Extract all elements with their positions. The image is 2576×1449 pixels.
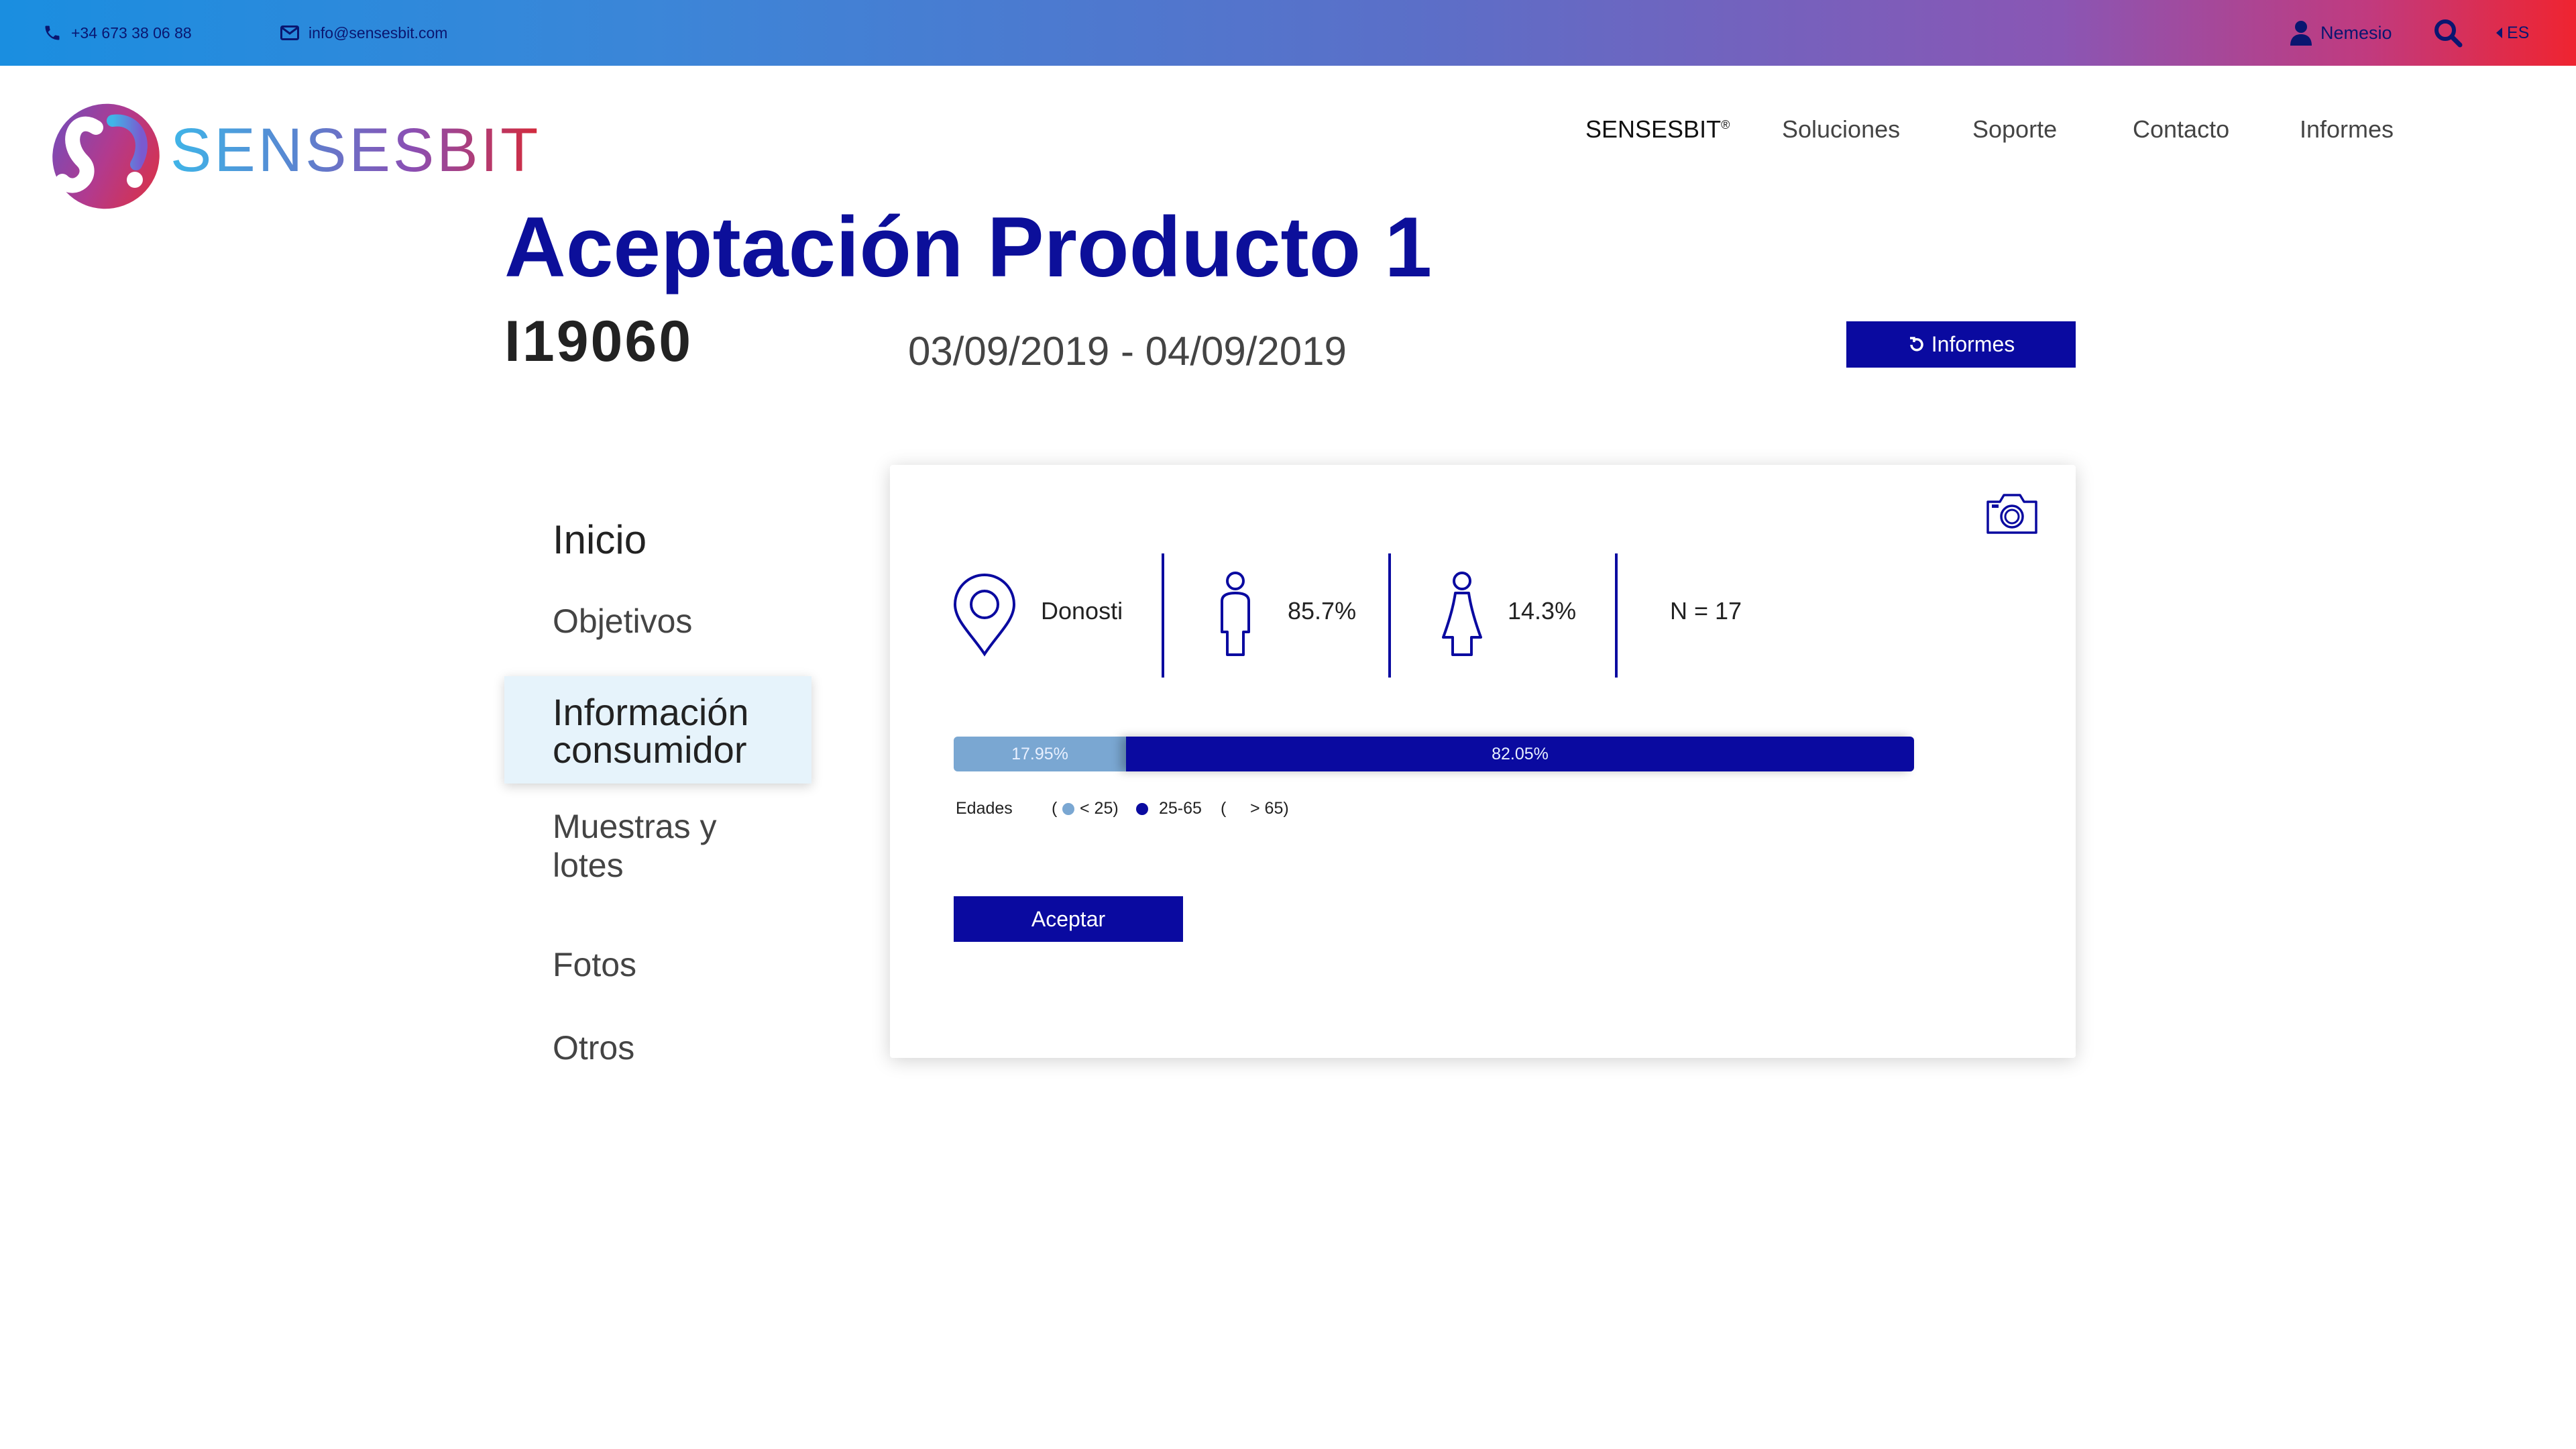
legend-under-25-label: < 25) <box>1080 799 1119 818</box>
search-icon <box>2433 18 2463 48</box>
sidebar-item-otros[interactable]: Otros <box>553 1029 634 1068</box>
legend-title: Edades <box>956 799 1013 818</box>
email-text: info@sensesbit.com <box>309 23 448 42</box>
language-code: ES <box>2507 23 2530 42</box>
top-bar: +34 673 38 06 88 info@sensesbit.com Neme… <box>0 0 2576 66</box>
age-bar-segment-label: 17.95% <box>1011 744 1068 763</box>
legend-over-65: > 65) <box>1250 799 1289 818</box>
phone-contact[interactable]: +34 673 38 06 88 <box>43 0 192 66</box>
user-name: Nemesio <box>2320 22 2392 43</box>
user-menu[interactable]: Nemesio <box>2290 0 2392 66</box>
refresh-icon <box>1907 335 1926 354</box>
legend-under-25: < 25) <box>1062 800 1119 817</box>
phone-text: +34 673 38 06 88 <box>71 23 192 42</box>
search-button[interactable] <box>2433 0 2463 66</box>
divider <box>1388 553 1391 678</box>
sidebar-item-muestras-lotes[interactable]: Muestras y lotes <box>553 808 717 885</box>
nav-informes[interactable]: Informes <box>2300 115 2394 144</box>
location-pin-icon <box>951 574 1018 660</box>
nav-sensesbit[interactable]: SENSESBIT® <box>1585 115 1730 144</box>
female-percentage: 14.3% <box>1508 597 1577 625</box>
accept-button[interactable]: Aceptar <box>954 896 1183 942</box>
legend-dot-25-65 <box>1136 803 1148 816</box>
legend-25-65-label: 25-65 <box>1159 799 1202 818</box>
report-code: I19060 <box>504 309 693 374</box>
sidebar-item-objetivos[interactable]: Objetivos <box>553 602 692 641</box>
phone-icon <box>43 23 62 42</box>
divider <box>1162 553 1164 678</box>
legend-25-65: 25-65 <box>1136 800 1202 817</box>
registered-mark: ® <box>1721 118 1730 131</box>
mail-icon <box>280 25 299 40</box>
informes-button-label: Informes <box>1931 332 2015 356</box>
page-title: Aceptación Producto 1 <box>504 199 1433 294</box>
male-percentage: 85.7% <box>1288 597 1357 625</box>
caret-left-icon <box>2495 27 2503 39</box>
legend-dot-under-25 <box>1062 803 1074 816</box>
nav-contacto[interactable]: Contacto <box>2133 115 2229 144</box>
nav-soporte[interactable]: Soporte <box>1972 115 2057 144</box>
age-bar-segment-label: 82.05% <box>1492 744 1549 763</box>
sample-size: N = 17 <box>1670 597 1742 625</box>
legend-open-paren: ( <box>1221 799 1227 818</box>
nav-soluciones[interactable]: Soluciones <box>1782 115 1900 144</box>
age-bar-segment: 82.05% <box>1126 737 1914 771</box>
legend-open-paren: ( <box>1052 799 1058 818</box>
informes-button[interactable]: Informes <box>1846 321 2076 368</box>
email-contact[interactable]: info@sensesbit.com <box>280 0 447 66</box>
brand-name[interactable]: SENSESBIT <box>170 119 541 181</box>
sidebar-item-informacion-consumidor[interactable]: Información consumidor <box>504 676 811 784</box>
sidebar-item-fotos[interactable]: Fotos <box>553 946 636 985</box>
language-selector[interactable]: ES <box>2495 0 2529 66</box>
age-bar-segment: 17.95% <box>954 737 1126 771</box>
male-icon <box>1215 572 1255 661</box>
divider <box>1615 553 1618 678</box>
sidebar-item-label-line1: Información <box>553 691 749 733</box>
nav-sensesbit-label: SENSESBIT <box>1585 115 1722 143</box>
sidebar-item-label-line2: lotes <box>553 846 624 884</box>
location-text: Donosti <box>1041 597 1123 625</box>
female-icon <box>1441 572 1483 661</box>
user-icon <box>2290 20 2312 46</box>
sidebar-item-inicio[interactable]: Inicio <box>553 517 647 563</box>
sidebar-item-label-line2: consumidor <box>553 729 747 771</box>
sidebar-item-label-line1: Muestras y <box>553 808 717 845</box>
logo-icon[interactable] <box>49 101 163 212</box>
camera-icon[interactable] <box>1985 491 2039 539</box>
date-range: 03/09/2019 - 04/09/2019 <box>908 329 1347 374</box>
